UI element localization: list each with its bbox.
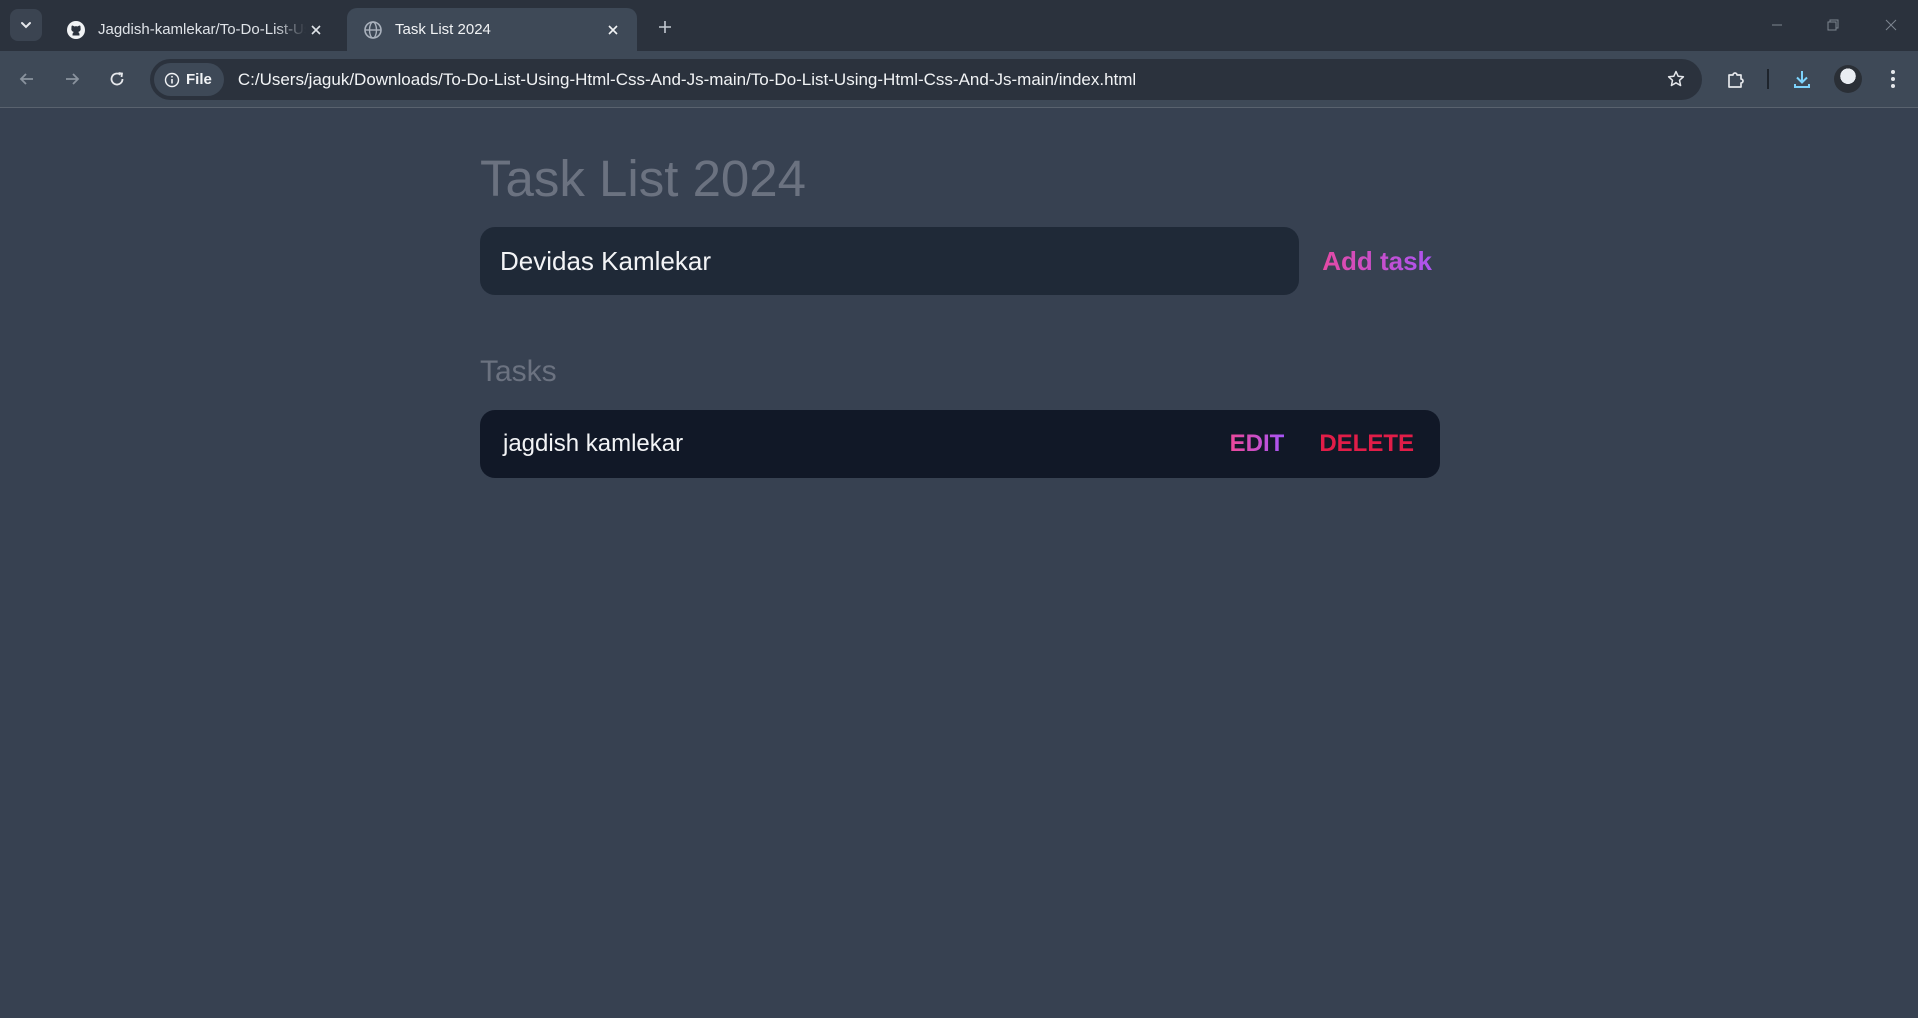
tab-task-list[interactable]: Task List 2024 [347, 8, 637, 51]
new-tab-button[interactable] [651, 13, 679, 41]
close-icon [1885, 19, 1897, 31]
minimize-button[interactable] [1762, 10, 1792, 40]
section-title: Tasks [480, 355, 557, 388]
profile-avatar[interactable] [1834, 65, 1862, 93]
tab-title: Jagdish-kamlekar/To-Do-List-Using-Html-C… [98, 21, 306, 38]
back-button[interactable] [11, 63, 43, 95]
extensions-button[interactable] [1721, 64, 1751, 94]
globe-icon [364, 20, 382, 39]
browser-toolbar: File C:/Users/jaguk/Downloads/To-Do-List… [0, 51, 1918, 108]
puzzle-icon [1728, 72, 1744, 88]
delete-button[interactable]: DELETE [1319, 430, 1414, 458]
minimize-icon [1772, 24, 1782, 26]
close-window-button[interactable] [1876, 10, 1906, 40]
tab-title: Task List 2024 [395, 21, 491, 38]
reload-button[interactable] [101, 63, 133, 95]
page-title: Task List 2024 [480, 150, 807, 207]
close-icon[interactable] [603, 20, 623, 40]
page-viewport: Task List 2024 Add task Tasks jagdish ka… [0, 109, 1918, 1018]
add-task-button[interactable]: Add task [1306, 227, 1440, 295]
chip-label: File [186, 71, 212, 88]
tab-github[interactable]: Jagdish-kamlekar/To-Do-List-Using-Html-C… [50, 8, 340, 51]
menu-button[interactable] [1878, 64, 1908, 94]
chevron-down-icon [21, 22, 31, 29]
info-icon [164, 72, 180, 87]
plus-icon [659, 21, 671, 33]
toolbar-divider [1767, 69, 1769, 89]
arrow-right-icon [66, 73, 80, 85]
star-icon [1667, 70, 1685, 87]
download-icon [1794, 71, 1810, 88]
forward-button[interactable] [56, 63, 88, 95]
tab-search-button[interactable] [10, 9, 42, 41]
task-text: jagdish kamlekar [503, 430, 684, 457]
github-icon [67, 20, 85, 39]
url-text[interactable]: C:/Users/jaguk/Downloads/To-Do-List-Usin… [238, 70, 1136, 90]
reload-icon [110, 72, 124, 86]
edit-button[interactable]: EDIT [1230, 430, 1285, 458]
task-item: jagdish kamlekar EDIT DELETE [480, 410, 1440, 478]
bookmark-button[interactable] [1664, 67, 1688, 91]
close-icon[interactable] [306, 20, 326, 40]
restore-icon [1827, 19, 1839, 31]
more-vert-icon [1891, 70, 1895, 88]
site-info-chip[interactable]: File [154, 63, 224, 96]
downloads-button[interactable] [1787, 64, 1817, 94]
arrow-left-icon [19, 73, 33, 85]
restore-button[interactable] [1818, 10, 1848, 40]
new-task-input[interactable] [480, 227, 1299, 295]
tab-strip: Jagdish-kamlekar/To-Do-List-Using-Html-C… [0, 0, 1918, 51]
address-bar[interactable]: File C:/Users/jaguk/Downloads/To-Do-List… [150, 59, 1702, 100]
